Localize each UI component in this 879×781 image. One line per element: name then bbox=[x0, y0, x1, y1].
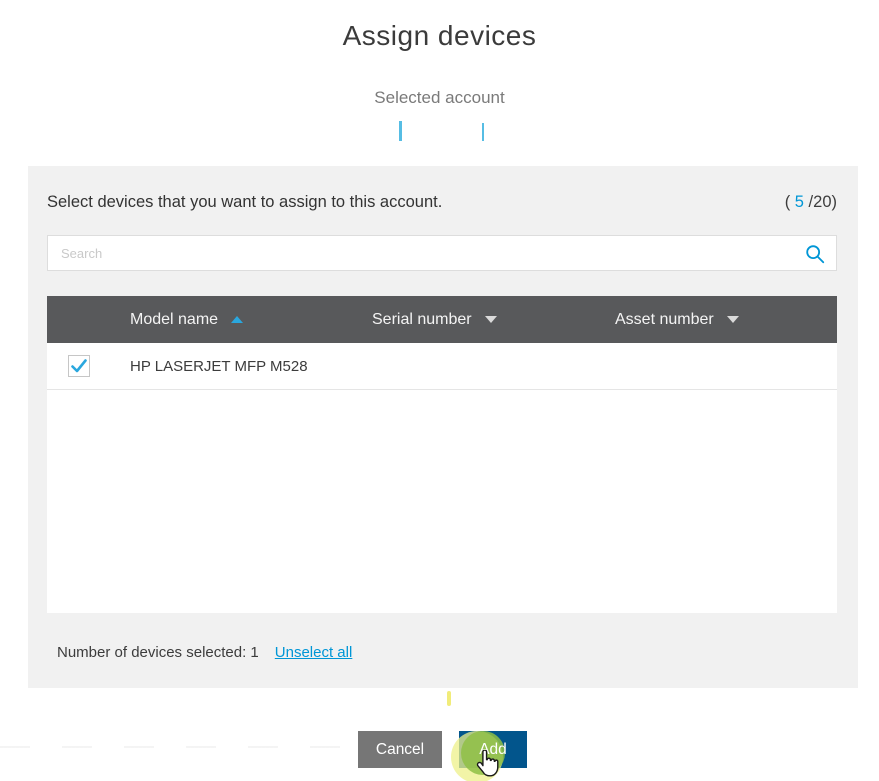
selected-account-value-redacted bbox=[482, 123, 484, 141]
sort-asc-icon[interactable] bbox=[231, 316, 243, 323]
column-label: Model name bbox=[130, 311, 218, 329]
add-button-label: Add bbox=[479, 741, 507, 758]
row-model-name: HP LASERJET MFP M528 bbox=[130, 358, 372, 375]
sort-desc-icon[interactable] bbox=[727, 316, 739, 323]
check-icon bbox=[71, 359, 87, 373]
click-artifact bbox=[447, 691, 451, 706]
table-row[interactable]: HP LASERJET MFP M528 bbox=[47, 343, 837, 390]
cancel-button[interactable]: Cancel bbox=[358, 731, 442, 768]
column-label: Asset number bbox=[615, 311, 714, 329]
search-icon[interactable] bbox=[804, 243, 826, 265]
assign-devices-dialog: Assign devices Selected account Select d… bbox=[0, 0, 879, 781]
device-selection-panel: Select devices that you want to assign t… bbox=[28, 166, 858, 688]
selected-account-value-redacted bbox=[399, 121, 402, 141]
sort-desc-icon[interactable] bbox=[485, 316, 497, 323]
column-header-model-name[interactable]: Model name bbox=[130, 311, 372, 329]
unselect-all-link[interactable]: Unselect all bbox=[275, 644, 353, 661]
row-checkbox[interactable] bbox=[68, 355, 90, 377]
selected-count-text: Number of devices selected: 1 bbox=[57, 644, 259, 661]
row-checkbox-cell bbox=[47, 355, 130, 377]
column-label: Serial number bbox=[372, 311, 472, 329]
instruction-text: Select devices that you want to assign t… bbox=[47, 193, 442, 212]
background-artifact bbox=[0, 746, 352, 748]
column-header-serial-number[interactable]: Serial number bbox=[372, 311, 615, 329]
search-box bbox=[47, 235, 837, 271]
count-prefix: ( bbox=[785, 193, 795, 211]
search-input[interactable] bbox=[48, 236, 836, 270]
selected-account-label: Selected account bbox=[0, 88, 879, 108]
table-body: HP LASERJET MFP M528 bbox=[47, 343, 837, 613]
add-button[interactable]: Add bbox=[459, 731, 527, 768]
selection-summary: Number of devices selected: 1 Unselect a… bbox=[57, 644, 352, 661]
page-title: Assign devices bbox=[0, 20, 879, 52]
count-suffix: /20) bbox=[804, 193, 837, 211]
column-header-asset-number[interactable]: Asset number bbox=[615, 311, 837, 329]
table-header: Model name Serial number Asset number bbox=[47, 296, 837, 343]
count-selected: 5 bbox=[795, 193, 804, 211]
device-count: ( 5 /20) bbox=[785, 193, 837, 212]
